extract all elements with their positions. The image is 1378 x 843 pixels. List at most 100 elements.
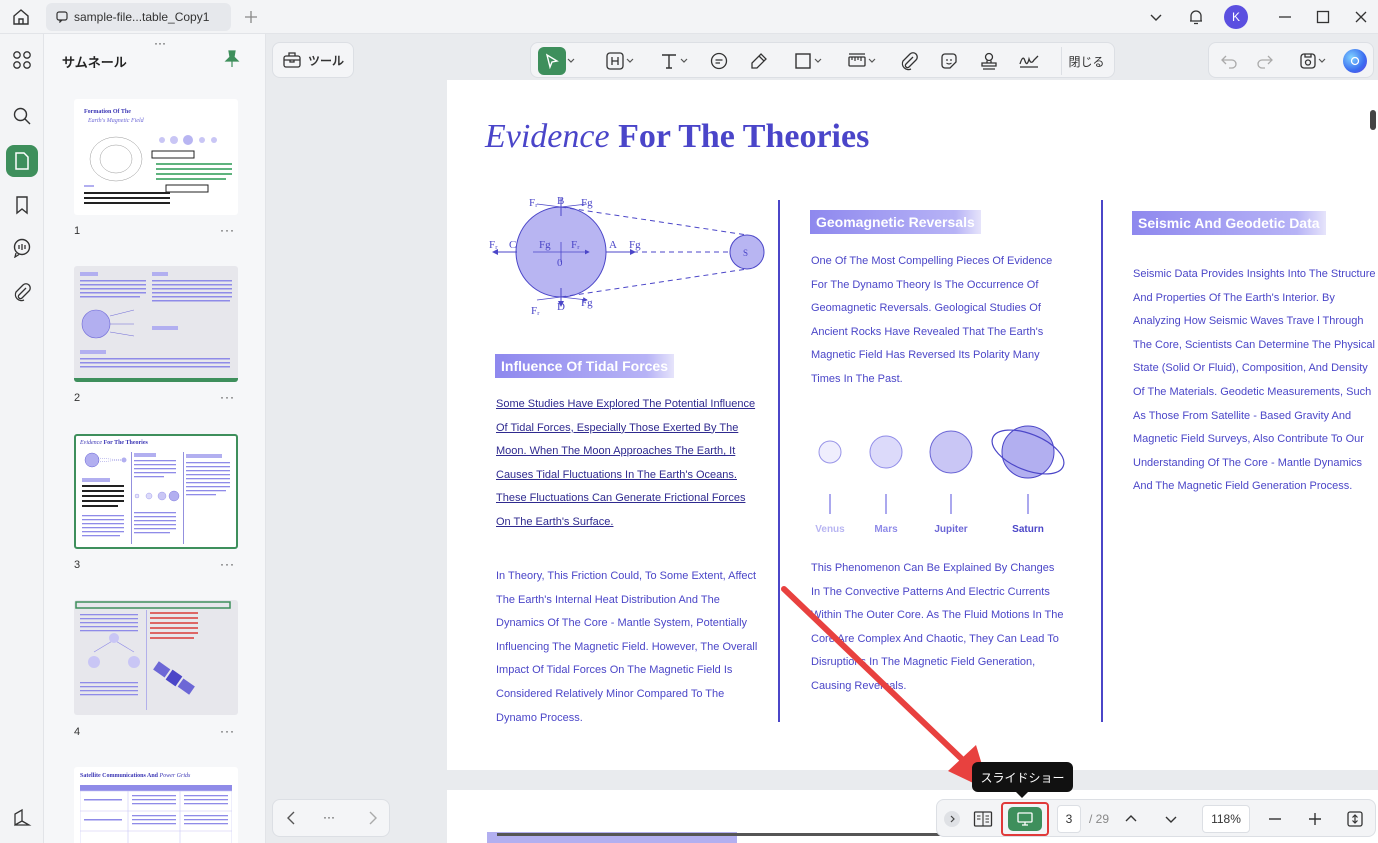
sticker-tool-button[interactable]	[935, 47, 963, 75]
thumbnail-page-icon[interactable]	[6, 145, 38, 177]
measure-tool-button[interactable]	[841, 47, 883, 75]
thumb-preview	[82, 452, 230, 544]
paperclip-icon	[901, 52, 918, 71]
tidal-paragraph: Some Studies Have Explored The Potential…	[496, 398, 756, 528]
tidal-header: Influence Of Tidal Forces	[495, 354, 675, 378]
thumbnail-more-button[interactable]: ···	[220, 724, 235, 738]
signature-tool-button[interactable]	[1015, 47, 1043, 75]
label-fr: Fᵣ	[531, 305, 540, 317]
comment-doc-icon	[56, 11, 68, 23]
stamp-tool-button[interactable]	[975, 47, 1003, 75]
left-rail	[0, 34, 44, 843]
slideshow-button[interactable]	[1001, 802, 1049, 836]
rectangle-icon	[795, 53, 811, 69]
chevron-down-icon	[680, 58, 688, 63]
bell-icon[interactable]	[1183, 4, 1209, 30]
label-a: A	[609, 239, 617, 251]
search-icon[interactable]	[6, 100, 38, 132]
previous-page-icon[interactable]	[1117, 805, 1145, 833]
layers-icon[interactable]	[6, 802, 38, 834]
close-icon[interactable]	[1348, 4, 1374, 30]
tidal-force-diagram: B Fᵣ Fg C Fᵣ Fg 0 Fᵣ A Fg D Fᵣ Fg S	[489, 195, 765, 317]
home-icon[interactable]	[8, 4, 34, 30]
bookmark-icon[interactable]	[6, 189, 38, 221]
page-title-italic: Evidence	[485, 118, 610, 155]
minimize-icon[interactable]	[1272, 4, 1298, 30]
chevron-right-icon[interactable]	[363, 809, 381, 827]
chevron-left-icon[interactable]	[283, 809, 301, 827]
attachment-icon[interactable]	[6, 276, 38, 308]
comment-icon[interactable]	[6, 232, 38, 264]
label-fr: Fᵣ	[571, 239, 580, 251]
thumbnail-page-number: 1	[74, 225, 81, 237]
thumbnail-page-5[interactable]: Satellite Communications And Power Grids	[74, 767, 238, 843]
chevron-down-icon	[626, 58, 634, 63]
thumb-heading: Evidence	[80, 440, 102, 446]
thumbnail-page-3[interactable]: Evidence For The Theories	[74, 434, 238, 549]
thumb-heading: Formation Of The	[84, 109, 131, 115]
heading-icon	[606, 52, 624, 70]
thumbnail-more-button[interactable]: ···	[220, 223, 235, 237]
redo-icon[interactable]	[1251, 47, 1279, 75]
save-button[interactable]	[1293, 47, 1333, 75]
cursor-icon	[538, 47, 566, 75]
thumb-heading: For The Theories	[103, 440, 148, 446]
thumbnail-more-button[interactable]: ···	[220, 557, 235, 571]
chevron-down-icon	[1318, 58, 1326, 63]
zoom-in-icon[interactable]	[1301, 805, 1329, 833]
maximize-icon[interactable]	[1310, 4, 1336, 30]
page-layout-icon[interactable]	[969, 805, 997, 833]
select-tool-button[interactable]	[535, 47, 579, 75]
avatar[interactable]: K	[1223, 4, 1249, 30]
thumbnail-page-2[interactable]	[74, 266, 238, 382]
thumbnail-page-number: 3	[74, 559, 81, 571]
close-tools-button[interactable]: 閉じる	[1061, 47, 1111, 75]
panel-title: サムネール	[62, 55, 127, 70]
collapse-icon[interactable]	[941, 805, 963, 833]
zoom-out-icon[interactable]	[1261, 805, 1289, 833]
label-fg: Fg	[581, 197, 593, 209]
text-icon	[662, 54, 676, 69]
nav-more-button[interactable]: ···	[323, 810, 335, 824]
sticker-icon	[941, 53, 957, 69]
pin-icon[interactable]	[224, 50, 240, 68]
ai-assistant-icon[interactable]	[1341, 47, 1369, 75]
bottom-toolbar: 3 / 29 118%	[936, 799, 1376, 837]
page-scrollbar[interactable]	[1370, 110, 1376, 130]
fit-page-icon[interactable]	[1341, 805, 1369, 833]
thumbnail-page-4[interactable]	[74, 600, 238, 715]
thumbnail-more-button[interactable]: ···	[220, 390, 235, 404]
zoom-level[interactable]: 118%	[1202, 805, 1250, 833]
thumbnail-page-1[interactable]: Formation Of The Earth's Magnetic Field	[74, 99, 238, 215]
thumb-preview	[84, 135, 232, 204]
highlighter-tool-button[interactable]	[745, 47, 773, 75]
column-divider	[1101, 200, 1103, 722]
page-nav: ···	[272, 799, 390, 837]
comment-bubble-icon	[710, 52, 728, 70]
planets-diagram: Venus Mars Jupiter Saturn	[815, 425, 1065, 535]
thumbnail-page-number: 4	[74, 726, 81, 738]
text-tool-button[interactable]	[653, 47, 695, 75]
tools-button[interactable]: ツール	[272, 42, 354, 78]
undo-icon[interactable]	[1215, 47, 1243, 75]
comment-tool-button[interactable]	[705, 47, 733, 75]
page-number-input[interactable]: 3	[1057, 805, 1081, 833]
thumbnail-panel: ··· サムネール Formation Of The Earth's Magne…	[44, 34, 266, 843]
new-tab-icon[interactable]	[238, 4, 264, 30]
attach-tool-button[interactable]	[895, 47, 923, 75]
document-tab[interactable]: sample-file...table_Copy1	[46, 3, 231, 31]
shape-tool-button[interactable]	[787, 47, 829, 75]
planet-mars: Mars	[874, 524, 898, 535]
label-moon: S	[743, 248, 748, 258]
highlighter-icon	[751, 53, 767, 69]
chevron-down-icon	[567, 58, 575, 63]
heading-tool-button[interactable]	[599, 47, 641, 75]
label-fg: Fg	[539, 239, 551, 251]
history-toolbar	[1208, 42, 1374, 78]
chevron-down-icon[interactable]	[1143, 4, 1169, 30]
panel-handle[interactable]: ···	[154, 36, 166, 50]
next-page-icon[interactable]	[1157, 805, 1185, 833]
grid-icon[interactable]	[6, 44, 38, 76]
ruler-icon	[848, 53, 866, 67]
page-title-bold: For The Theories	[618, 118, 870, 155]
